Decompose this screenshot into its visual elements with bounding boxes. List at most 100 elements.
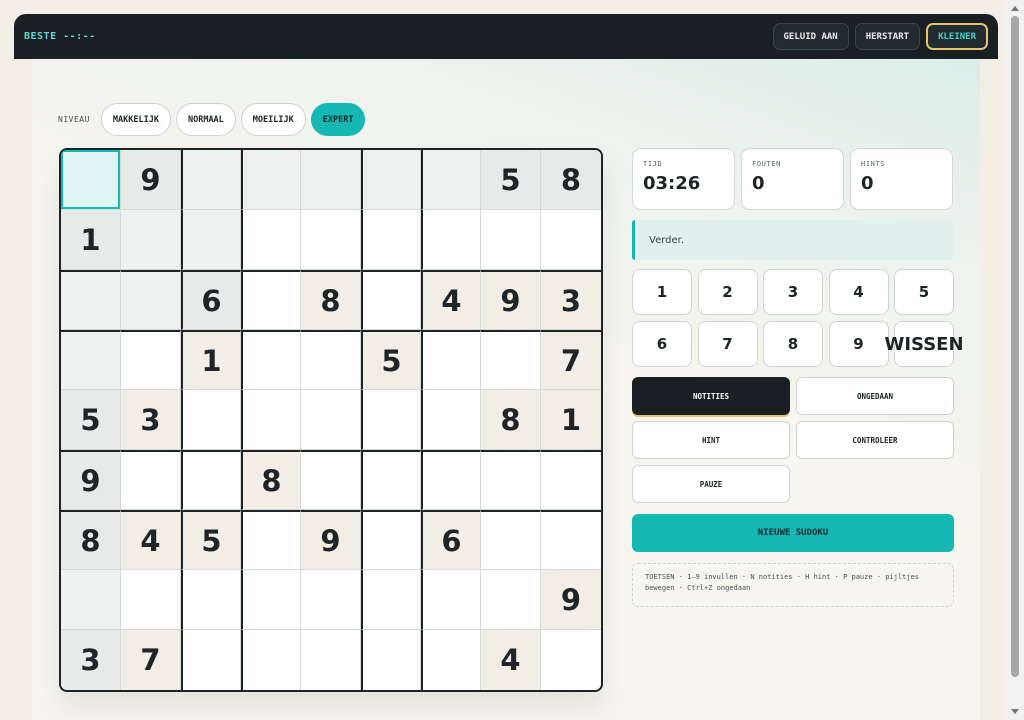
cell-r8-c8[interactable] [481, 570, 541, 630]
cell-r6-c1[interactable]: 9 [61, 450, 121, 510]
cell-r4-c3[interactable]: 1 [181, 330, 241, 390]
cell-r4-c9[interactable]: 7 [541, 330, 601, 390]
cell-r1-c8[interactable]: 5 [481, 150, 541, 210]
numpad-6[interactable]: 6 [632, 321, 692, 367]
cell-r5-c4[interactable] [241, 390, 301, 450]
numpad-4[interactable]: 4 [828, 269, 889, 315]
smaller-button[interactable]: KLEINER [926, 23, 988, 50]
cell-r9-c7[interactable] [421, 630, 481, 690]
cell-r3-c6[interactable] [361, 270, 421, 330]
cell-r8-c2[interactable] [121, 570, 181, 630]
cell-r2-c5[interactable] [301, 210, 361, 270]
cell-r9-c2[interactable]: 7 [121, 630, 181, 690]
cell-r1-c3[interactable] [181, 150, 241, 210]
cell-r3-c5[interactable]: 8 [301, 270, 361, 330]
level-easy[interactable]: MAKKELIJK [100, 103, 171, 136]
cell-r8-c1[interactable] [61, 570, 121, 630]
cell-r6-c3[interactable] [181, 450, 241, 510]
cell-r9-c6[interactable] [361, 630, 421, 690]
cell-r9-c1[interactable]: 3 [61, 630, 121, 690]
numpad-8[interactable]: 8 [763, 321, 823, 367]
cell-r9-c5[interactable] [301, 630, 361, 690]
cell-r2-c8[interactable] [481, 210, 541, 270]
cell-r3-c4[interactable] [241, 270, 301, 330]
cell-r7-c5[interactable]: 9 [301, 510, 361, 570]
check-button[interactable]: CONTROLEER [796, 421, 954, 459]
cell-r7-c3[interactable]: 5 [181, 510, 241, 570]
cell-r4-c4[interactable] [241, 330, 301, 390]
cell-r5-c6[interactable] [361, 390, 421, 450]
cell-r7-c4[interactable] [241, 510, 301, 570]
cell-r1-c1[interactable] [61, 150, 121, 210]
numpad-7[interactable]: 7 [697, 321, 758, 367]
cell-r6-c5[interactable] [301, 450, 361, 510]
cell-r6-c8[interactable] [481, 450, 541, 510]
cell-r8-c4[interactable] [241, 570, 301, 630]
new-sudoku-button[interactable]: NIEUWE SUDOKU [632, 514, 954, 552]
numpad-2[interactable]: 2 [697, 269, 758, 315]
cell-r1-c9[interactable]: 8 [541, 150, 601, 210]
cell-r7-c1[interactable]: 8 [61, 510, 121, 570]
cell-r1-c7[interactable] [421, 150, 481, 210]
restart-button[interactable]: HERSTART [854, 23, 921, 50]
cell-r5-c1[interactable]: 5 [61, 390, 121, 450]
cell-r2-c9[interactable] [541, 210, 601, 270]
cell-r7-c8[interactable] [481, 510, 541, 570]
cell-r9-c9[interactable] [541, 630, 601, 690]
numpad-3[interactable]: 3 [763, 269, 823, 315]
cell-r2-c1[interactable]: 1 [61, 210, 121, 270]
cell-r5-c3[interactable] [181, 390, 241, 450]
cell-r9-c3[interactable] [181, 630, 241, 690]
cell-r6-c2[interactable] [121, 450, 181, 510]
cell-r3-c1[interactable] [61, 270, 121, 330]
cell-r6-c4[interactable]: 8 [241, 450, 301, 510]
level-expert[interactable]: EXPERT [310, 103, 366, 136]
cell-r1-c6[interactable] [361, 150, 421, 210]
cell-r2-c6[interactable] [361, 210, 421, 270]
cell-r1-c5[interactable] [301, 150, 361, 210]
numpad-1[interactable]: 1 [632, 269, 692, 315]
cell-r2-c2[interactable] [121, 210, 181, 270]
cell-r7-c7[interactable]: 6 [421, 510, 481, 570]
cell-r8-c7[interactable] [421, 570, 481, 630]
erase-button[interactable]: WISSEN [884, 321, 964, 367]
scroll-down-arrow-icon[interactable] [1011, 709, 1019, 714]
cell-r5-c2[interactable]: 3 [121, 390, 181, 450]
cell-r4-c1[interactable] [61, 330, 121, 390]
cell-r4-c6[interactable]: 5 [361, 330, 421, 390]
cell-r2-c4[interactable] [241, 210, 301, 270]
cell-r6-c6[interactable] [361, 450, 421, 510]
pause-button[interactable]: PAUZE [632, 465, 790, 503]
undo-button[interactable]: ONGEDAAN [796, 377, 954, 415]
cell-r8-c3[interactable] [181, 570, 241, 630]
sound-toggle-button[interactable]: GELUID AAN [772, 23, 849, 50]
level-hard[interactable]: MOEILIJK [240, 103, 306, 136]
cell-r9-c8[interactable]: 4 [481, 630, 541, 690]
cell-r6-c9[interactable] [541, 450, 601, 510]
cell-r3-c7[interactable]: 4 [421, 270, 481, 330]
cell-r3-c9[interactable]: 3 [541, 270, 601, 330]
hint-button[interactable]: HINT [632, 421, 790, 459]
cell-r4-c2[interactable] [121, 330, 181, 390]
cell-r1-c4[interactable] [241, 150, 301, 210]
numpad-5[interactable]: 5 [894, 269, 954, 315]
cell-r3-c8[interactable]: 9 [481, 270, 541, 330]
cell-r9-c4[interactable] [241, 630, 301, 690]
scrollbar-thumb[interactable] [1011, 16, 1019, 677]
cell-r3-c2[interactable] [121, 270, 181, 330]
cell-r8-c5[interactable] [301, 570, 361, 630]
scrollbar[interactable] [1006, 0, 1024, 720]
cell-r5-c5[interactable] [301, 390, 361, 450]
cell-r1-c2[interactable]: 9 [121, 150, 181, 210]
cell-r8-c9[interactable]: 9 [541, 570, 601, 630]
cell-r6-c7[interactable] [421, 450, 481, 510]
cell-r5-c8[interactable]: 8 [481, 390, 541, 450]
cell-r4-c8[interactable] [481, 330, 541, 390]
cell-r2-c3[interactable] [181, 210, 241, 270]
notes-button[interactable]: NOTITIES [632, 377, 790, 415]
cell-r5-c7[interactable] [421, 390, 481, 450]
cell-r5-c9[interactable]: 1 [541, 390, 601, 450]
cell-r2-c7[interactable] [421, 210, 481, 270]
level-normal[interactable]: NORMAAL [175, 103, 236, 136]
scroll-up-arrow-icon[interactable] [1011, 6, 1019, 11]
